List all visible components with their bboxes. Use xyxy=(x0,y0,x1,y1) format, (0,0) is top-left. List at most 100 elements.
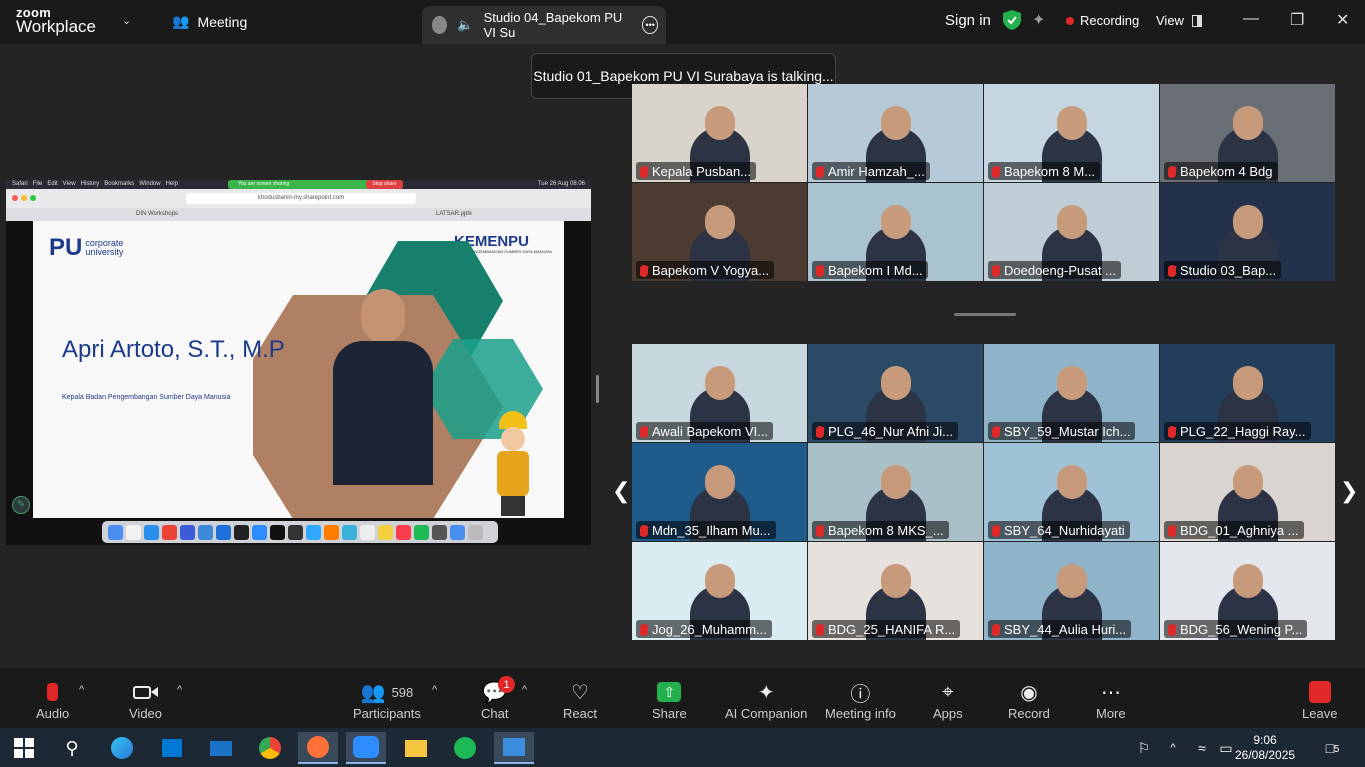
chrome-icon[interactable] xyxy=(250,732,290,764)
participant-name: BDG_25_HANIFA R... xyxy=(828,622,956,637)
mic-muted-icon xyxy=(1168,623,1176,636)
record-button[interactable]: ◉ Record xyxy=(1008,678,1050,722)
heart-icon: ♡ xyxy=(571,681,589,704)
gallery-divider[interactable] xyxy=(954,313,1016,316)
video-tile[interactable]: SBY_44_Aulia Huri... xyxy=(984,542,1159,640)
participants-caret-icon[interactable]: ^ xyxy=(432,684,437,696)
video-tile[interactable]: Studio 03_Bap... xyxy=(1160,183,1335,281)
prev-page-icon[interactable]: ❮ xyxy=(612,478,630,504)
mic-muted-icon xyxy=(640,623,648,636)
video-tile[interactable]: Jog_26_Muhamm... xyxy=(632,542,807,640)
url-bar: khodusbanin-my.sharepoint.com xyxy=(186,193,416,204)
ai-sparkle-icon[interactable]: ✦ xyxy=(1032,10,1045,30)
video-tile[interactable]: Amir Hamzah_... xyxy=(808,84,983,182)
video-tile[interactable]: BDG_25_HANIFA R... xyxy=(808,542,983,640)
mail-icon[interactable] xyxy=(201,732,241,764)
participant-name: Jog_26_Muhamm... xyxy=(652,622,767,637)
pu-logo-text: PU xyxy=(49,234,83,261)
participant-head xyxy=(1232,366,1263,400)
dock-app-icon xyxy=(342,524,357,540)
search-icon[interactable]: ⚲ xyxy=(52,732,92,764)
annotate-icon[interactable]: ✎ xyxy=(12,496,30,514)
mic-muted-icon xyxy=(1168,425,1176,438)
chevron-up-icon[interactable]: ^ xyxy=(1158,732,1188,764)
audio-button[interactable]: Audio xyxy=(36,678,69,721)
mic-muted-icon xyxy=(992,264,1000,277)
share-button[interactable]: ⇧ Share xyxy=(652,678,687,721)
video-tile[interactable]: Bapekom V Yogya... xyxy=(632,183,807,281)
participant-head xyxy=(1232,465,1263,499)
file-explorer-icon[interactable] xyxy=(396,732,436,764)
chat-badge: 1 xyxy=(498,676,515,693)
participants-button[interactable]: 👥 598 Participants xyxy=(353,678,421,722)
windows-start-icon[interactable] xyxy=(4,732,44,764)
chevron-down-icon[interactable]: ⌄ xyxy=(122,14,131,27)
dock-app-icon xyxy=(180,524,195,540)
video-tile[interactable]: Doedoeng-Pusat ... xyxy=(984,183,1159,281)
mic-muted-icon xyxy=(640,264,648,277)
participant-name: Doedoeng-Pusat ... xyxy=(1004,263,1117,278)
participant-name-tag: Studio 03_Bap... xyxy=(1164,261,1282,279)
meeting-tab[interactable]: 🔈 Studio 04_Bapekom PU VI Su ••• xyxy=(422,6,666,44)
participant-head xyxy=(880,205,911,239)
spotify-icon[interactable] xyxy=(445,732,485,764)
video-tile[interactable]: Awali Bapekom VI... xyxy=(632,344,807,442)
participants-icon: 👥 598 xyxy=(360,681,414,704)
resize-handle[interactable] xyxy=(596,375,599,403)
meeting-info-button[interactable]: ⓘ Meeting info xyxy=(825,678,896,722)
recording-indicator[interactable]: Recording xyxy=(1066,13,1139,28)
dock-app-icon xyxy=(432,524,447,540)
more-button[interactable]: ⋯ More xyxy=(1096,678,1126,722)
chat-caret-icon[interactable]: ^ xyxy=(522,684,527,696)
video-tile[interactable]: PLG_22_Haggi Ray... xyxy=(1160,344,1335,442)
shared-screen[interactable]: Safari File Edit View History Bookmarks … xyxy=(6,180,591,545)
mic-muted-icon xyxy=(640,524,648,537)
participant-name-tag: Bapekom 4 Bdg xyxy=(1164,162,1278,180)
firefox-icon[interactable] xyxy=(298,732,338,764)
zoom-icon[interactable] xyxy=(346,732,386,764)
more-icon[interactable]: ••• xyxy=(642,16,658,34)
video-tile[interactable]: SBY_64_Nurhidayati xyxy=(984,443,1159,541)
slide-margin-left xyxy=(6,221,33,518)
audio-label: Audio xyxy=(36,706,70,721)
video-tile[interactable]: BDG_01_Aghniya ... xyxy=(1160,443,1335,541)
speaker-icon: 🔈 xyxy=(457,17,474,32)
participant-name-tag: Amir Hamzah_... xyxy=(812,162,930,180)
minimize-icon[interactable]: — xyxy=(1243,10,1259,28)
sign-in-button[interactable]: Sign in xyxy=(945,12,991,29)
video-tile[interactable]: Bapekom 8 MKS_... xyxy=(808,443,983,541)
video-tile[interactable]: Kepala Pusban... xyxy=(632,84,807,182)
close-icon[interactable]: ✕ xyxy=(1336,10,1349,30)
participant-name: Bapekom 8 M... xyxy=(1004,164,1096,179)
video-button[interactable]: Video xyxy=(129,678,162,721)
taskbar-clock[interactable]: 9:06 26/08/2025 xyxy=(1235,733,1295,763)
edge-icon[interactable] xyxy=(102,732,142,764)
view-button[interactable]: View xyxy=(1156,13,1202,28)
video-tile[interactable]: SBY_59_Mustar Ich... xyxy=(984,344,1159,442)
next-page-icon[interactable]: ❯ xyxy=(1340,478,1358,504)
video-caret-icon[interactable]: ^ xyxy=(177,684,182,696)
participant-name: Awali Bapekom VI... xyxy=(652,424,769,439)
shield-check-icon[interactable] xyxy=(1003,10,1021,35)
store-icon[interactable] xyxy=(152,732,192,764)
audio-caret-icon[interactable]: ^ xyxy=(79,684,84,696)
apps-button[interactable]: ⌖ Apps xyxy=(933,678,963,722)
participant-name: Amir Hamzah_... xyxy=(828,164,925,179)
mic-muted-icon xyxy=(992,425,1000,438)
ai-companion-button[interactable]: ✦ AI Companion xyxy=(725,678,807,722)
video-tile[interactable]: Mdn_35_Ilham Mu... xyxy=(632,443,807,541)
grid-icon xyxy=(1191,14,1202,27)
meeting-button[interactable]: 👥 Meeting xyxy=(172,13,247,30)
participant-name-tag: Bapekom 8 M... xyxy=(988,162,1101,180)
react-button[interactable]: ♡ React xyxy=(563,678,597,722)
photos-icon[interactable] xyxy=(494,732,534,764)
video-tile[interactable]: Bapekom 8 M... xyxy=(984,84,1159,182)
zoom-logo[interactable]: zoom Workplace xyxy=(16,6,96,36)
video-tile[interactable]: Bapekom I Md... xyxy=(808,183,983,281)
video-tile[interactable]: PLG_46_Nur Afni Ji... xyxy=(808,344,983,442)
notification-icon[interactable]: □ 5 xyxy=(1310,732,1350,764)
leave-button[interactable]: Leave xyxy=(1302,678,1337,721)
restore-icon[interactable]: ❐ xyxy=(1290,10,1304,30)
video-tile[interactable]: Bapekom 4 Bdg xyxy=(1160,84,1335,182)
video-tile[interactable]: BDG_56_Wening P... xyxy=(1160,542,1335,640)
